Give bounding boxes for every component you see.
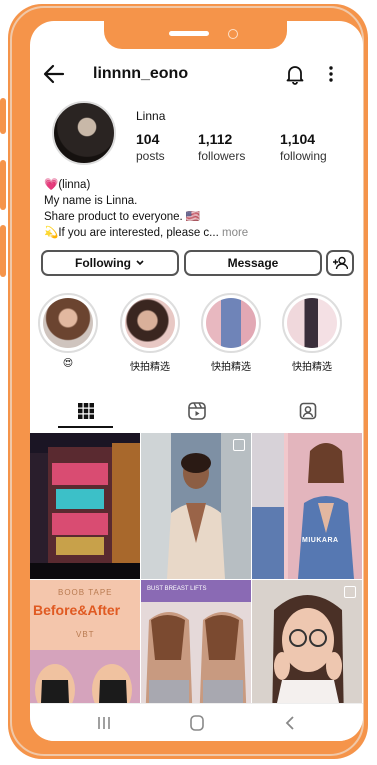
highlight-ring	[120, 293, 180, 353]
stat-label: following	[280, 149, 327, 163]
highlight-image	[125, 298, 175, 348]
post-image	[30, 433, 140, 579]
highlight-image	[287, 298, 337, 348]
phone-screen: linnnn_eono Linna 104 posts 1,112 follow…	[30, 21, 363, 741]
stat-value: 1,112	[198, 131, 233, 147]
post-overlay-text: MIUKARA	[302, 537, 339, 544]
message-button-label: Message	[227, 256, 279, 270]
tagged-icon	[299, 402, 316, 420]
following-button-label: Following	[75, 256, 131, 270]
tab-grid[interactable]	[30, 393, 141, 429]
add-user-icon	[333, 256, 348, 270]
bio-line: Share product to everyone. 🇺🇸	[44, 211, 201, 223]
profile-bio: 💗(linna) My name is Linna. Share product…	[44, 177, 354, 241]
phone-side-button	[0, 98, 6, 134]
reel-badge-icon	[233, 439, 245, 451]
bio-more-link[interactable]: more	[222, 227, 248, 239]
post-thumbnail[interactable]	[141, 433, 251, 579]
highlight-caption: 快拍精选	[292, 362, 332, 373]
post-thumbnail[interactable]: MIUKARA	[252, 433, 362, 579]
back-arrow-icon[interactable]	[42, 63, 66, 85]
bell-icon[interactable]	[284, 63, 306, 85]
highlight-caption: 快拍精选	[211, 362, 251, 373]
story-highlight[interactable]: 快拍精选	[280, 293, 344, 373]
tab-reels[interactable]	[141, 393, 252, 429]
recent-apps-icon[interactable]	[94, 714, 114, 732]
active-tab-indicator	[58, 426, 113, 428]
bio-line: 💗(linna)	[44, 179, 91, 191]
posts-grid: MIUKARA BOOB TAPE Before&After VBT BUST …	[30, 433, 363, 726]
nav-back-icon[interactable]	[280, 714, 300, 732]
bio-line: 💫If you are interested, please c...	[44, 227, 219, 239]
highlight-ring	[201, 293, 261, 353]
highlight-ring	[282, 293, 342, 353]
story-highlight[interactable]: 快拍精选	[118, 293, 182, 373]
highlight-image	[206, 298, 256, 348]
story-highlight[interactable]: 快拍精选	[199, 293, 263, 373]
phone-side-button	[0, 160, 6, 210]
highlight-ring	[38, 293, 98, 353]
post-overlay-text: Before&After	[33, 602, 121, 618]
bio-line-truncated: 💫If you are interested, please c... more	[44, 225, 354, 241]
profile-header: linnnn_eono	[30, 61, 363, 89]
highlight-image	[43, 298, 93, 348]
post-overlay-text: BUST BREAST LIFTS	[147, 586, 207, 592]
speaker-grille	[169, 31, 209, 36]
stat-followers[interactable]: 1,112 followers	[198, 131, 245, 163]
multi-photo-badge-icon	[344, 586, 356, 598]
stat-label: posts	[136, 149, 165, 163]
stat-value: 1,104	[280, 131, 316, 147]
post-overlay-text: VBT	[76, 630, 95, 639]
post-image	[141, 433, 251, 579]
profile-tabs	[30, 393, 363, 429]
bio-line: My name is Linna.	[44, 195, 138, 207]
post-image	[252, 433, 362, 579]
post-overlay-text: BOOB TAPE	[58, 588, 113, 597]
stat-label: followers	[198, 149, 246, 163]
profile-avatar[interactable]	[52, 101, 116, 165]
stat-value: 104	[136, 131, 160, 147]
stat-following[interactable]: 1,104 following	[280, 131, 327, 163]
post-thumbnail[interactable]	[30, 433, 140, 579]
story-highlight[interactable]: 😍	[36, 293, 100, 369]
display-name: Linna	[136, 109, 166, 123]
system-nav-bar	[30, 703, 363, 741]
tab-tagged[interactable]	[252, 393, 363, 429]
front-camera	[228, 29, 238, 39]
highlight-caption: 快拍精选	[130, 362, 170, 373]
add-user-button[interactable]	[326, 250, 354, 276]
grid-icon	[77, 403, 94, 419]
reels-icon	[187, 402, 206, 420]
phone-notch	[104, 21, 287, 49]
chevron-down-icon	[136, 260, 144, 266]
phone-side-button	[0, 225, 6, 277]
following-button[interactable]: Following	[41, 250, 179, 276]
message-button[interactable]: Message	[184, 250, 322, 276]
home-icon[interactable]	[187, 714, 207, 732]
more-vertical-icon[interactable]	[328, 65, 334, 83]
highlight-caption: 😍	[62, 358, 74, 369]
stat-posts[interactable]: 104 posts	[136, 131, 165, 163]
profile-username: linnnn_eono	[93, 65, 189, 82]
